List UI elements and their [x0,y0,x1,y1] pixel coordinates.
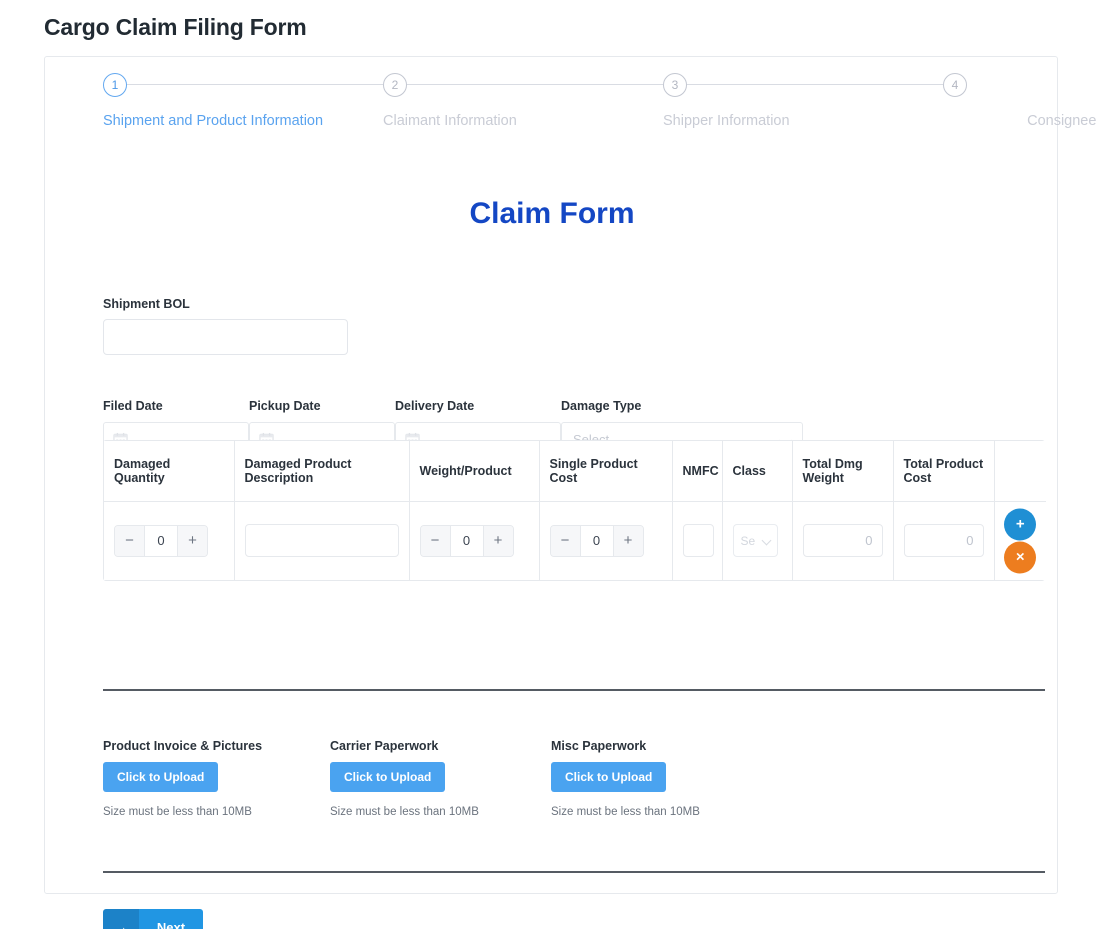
cell-total-product-cost [893,502,994,580]
weight-per-product-increment[interactable]: + [483,526,513,556]
divider-above-footer [103,871,1045,873]
cell-total-dmg-weight [792,502,893,580]
col-damaged-quantity: Damaged Quantity [104,441,234,502]
pickup-date-label: Pickup Date [249,399,395,413]
cell-single-product-cost: − 0 + [539,502,672,580]
upload-carrier-paperwork-label: Carrier Paperwork [330,739,479,753]
upload-carrier-paperwork-button[interactable]: Click to Upload [330,762,445,792]
stepper-circle-2: 2 [383,73,407,97]
remove-row-button[interactable]: × [1004,541,1036,573]
damaged-quantity-increment[interactable]: + [177,526,207,556]
col-total-product-cost: Total Product Cost [893,441,994,502]
upload-product-invoice: Product Invoice & Pictures Click to Uplo… [103,739,262,818]
single-product-cost-increment[interactable]: + [613,526,643,556]
col-weight-per-product: Weight/Product [409,441,539,502]
col-damaged-product-description: Damaged Product Description [234,441,409,502]
stepper-label-2: Claimant Information [383,113,517,129]
stepper-connector-2 [407,84,663,85]
class-selected-value: Se [741,534,756,548]
cell-nmfc [672,502,722,580]
stepper-label-1: Shipment and Product Information [103,113,323,129]
chevron-down-icon [761,536,771,546]
total-dmg-weight-input [803,524,883,557]
shipment-bol-input[interactable] [103,319,348,355]
weight-per-product-decrement[interactable]: − [421,526,451,556]
damaged-products-table: Damaged Quantity Damaged Product Descrip… [103,440,1045,581]
single-product-cost-stepper: − 0 + [550,525,644,557]
stepper-circle-4: 4 [943,73,967,97]
upload-carrier-paperwork-hint: Size must be less than 10MB [330,806,479,818]
next-button-label: Next [139,909,203,929]
damaged-product-description-input[interactable] [245,524,399,557]
progress-stepper: 1 Shipment and Product Information 2 Cla… [45,73,1059,141]
class-select[interactable]: Se [733,524,778,557]
total-product-cost-input [904,524,984,557]
col-actions [994,441,1046,502]
upload-product-invoice-hint: Size must be less than 10MB [103,806,262,818]
claim-form-card: 1 Shipment and Product Information 2 Cla… [44,56,1058,894]
upload-carrier-paperwork: Carrier Paperwork Click to Upload Size m… [330,739,479,818]
stepper-connector-1 [127,84,383,85]
col-single-product-cost: Single Product Cost [539,441,672,502]
stepper-circle-1: 1 [103,73,127,97]
add-row-button[interactable]: + [1004,508,1036,540]
nmfc-input[interactable] [683,524,714,557]
damaged-quantity-value[interactable]: 0 [145,526,177,556]
page-title: Cargo Claim Filing Form [44,14,306,41]
divider-above-uploads [103,689,1045,691]
cell-weight-per-product: − 0 + [409,502,539,580]
col-total-dmg-weight: Total Dmg Weight [792,441,893,502]
single-product-cost-value[interactable]: 0 [581,526,613,556]
upload-misc-paperwork: Misc Paperwork Click to Upload Size must… [551,739,700,818]
stepper-circle-3: 3 [663,73,687,97]
upload-product-invoice-label: Product Invoice & Pictures [103,739,262,753]
weight-per-product-value[interactable]: 0 [451,526,483,556]
damage-type-label: Damage Type [561,399,803,413]
col-class: Class [722,441,792,502]
claim-form-heading: Claim Form [45,197,1059,231]
cell-row-actions: + × [994,502,1046,580]
next-button[interactable]: → Next [103,909,203,929]
damaged-quantity-stepper: − 0 + [114,525,208,557]
table-header-row: Damaged Quantity Damaged Product Descrip… [104,441,1046,502]
stepper-label-3: Shipper Information [663,113,790,129]
shipment-bol-label: Shipment BOL [103,297,190,311]
delivery-date-label: Delivery Date [395,399,561,413]
col-nmfc: NMFC [672,441,722,502]
filed-date-label: Filed Date [103,399,249,413]
cell-damaged-product-description [234,502,409,580]
weight-per-product-stepper: − 0 + [420,525,514,557]
stepper-label-4: Consignee Information [1027,113,1101,129]
arrow-right-icon: → [103,909,139,929]
cell-class: Se [722,502,792,580]
cargo-claim-page: Cargo Claim Filing Form 1 Shipment and P… [0,0,1101,929]
upload-misc-paperwork-button[interactable]: Click to Upload [551,762,666,792]
upload-misc-paperwork-label: Misc Paperwork [551,739,700,753]
shipment-bol-wrapper [103,319,348,355]
stepper-connector-3 [687,84,943,85]
upload-misc-paperwork-hint: Size must be less than 10MB [551,806,700,818]
cell-damaged-quantity: − 0 + [104,502,234,580]
upload-product-invoice-button[interactable]: Click to Upload [103,762,218,792]
single-product-cost-decrement[interactable]: − [551,526,581,556]
damaged-quantity-decrement[interactable]: − [115,526,145,556]
row-action-buttons: + × [1004,508,1036,573]
table-row: − 0 + − 0 + [104,502,1046,580]
